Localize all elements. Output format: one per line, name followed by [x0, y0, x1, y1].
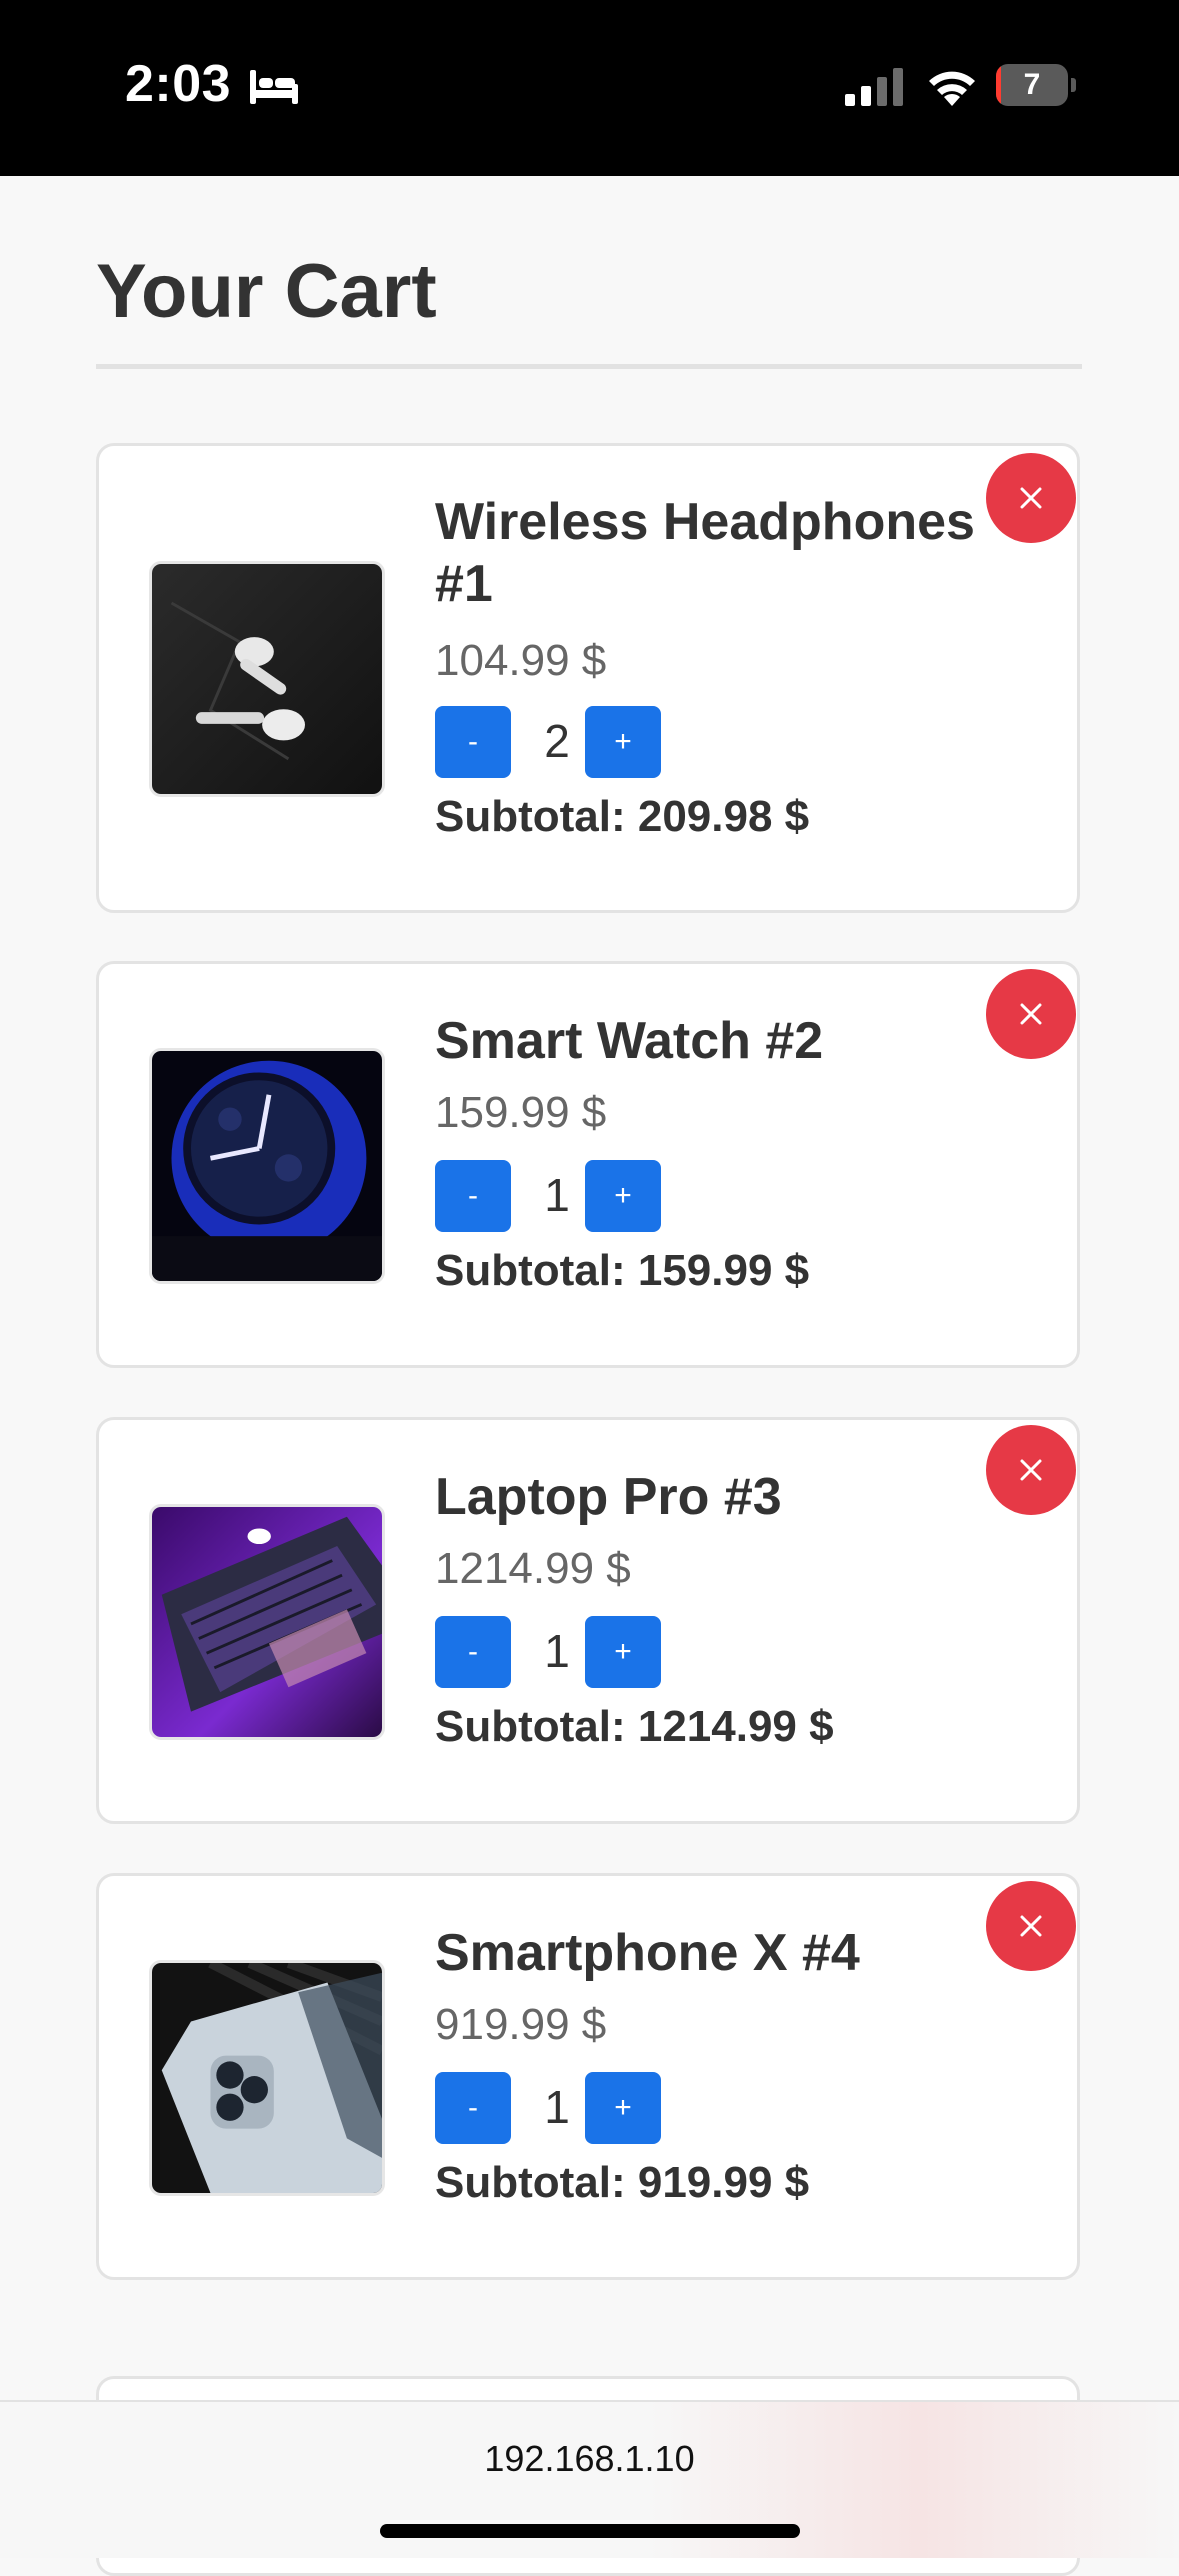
increase-quantity-button[interactable]: +: [585, 1616, 661, 1688]
increase-quantity-button[interactable]: +: [585, 706, 661, 778]
product-name: Smart Watch #2: [435, 1012, 824, 1070]
cart-item: Smart Watch #2 159.99 $ - 1 + Subtotal: …: [96, 961, 1080, 1368]
product-image: [149, 1960, 385, 2196]
status-time: 2:03: [125, 55, 232, 113]
product-image: [149, 1048, 385, 1284]
decrease-quantity-button[interactable]: -: [435, 2072, 511, 2144]
decrease-quantity-button[interactable]: -: [435, 706, 511, 778]
page-title: Your Cart: [96, 249, 437, 334]
bed-icon: [250, 70, 298, 104]
battery-indicator: 7: [996, 64, 1076, 108]
browser-address-bar[interactable]: 192.168.1.10: [0, 2400, 1179, 2558]
product-image: [149, 1504, 385, 1740]
status-bar: 2:03 7: [0, 0, 1179, 176]
product-price: 104.99 $: [435, 636, 607, 685]
product-price: 919.99 $: [435, 2000, 607, 2049]
battery-percent: 7: [1023, 68, 1041, 101]
product-name: Smartphone X #4: [435, 1924, 860, 1982]
product-price: 159.99 $: [435, 1088, 607, 1137]
increase-quantity-button[interactable]: +: [585, 2072, 661, 2144]
item-subtotal: Subtotal: 209.98 $: [435, 792, 810, 841]
url-text[interactable]: 192.168.1.10: [0, 2438, 1179, 2480]
item-subtotal: Subtotal: 919.99 $: [435, 2158, 810, 2207]
product-image: [149, 561, 385, 797]
remove-item-button[interactable]: [986, 1881, 1076, 1971]
cart-item: Smartphone X #4 919.99 $ - 1 + Subtotal:…: [96, 1873, 1080, 2280]
close-icon: [1020, 1459, 1042, 1481]
product-price: 1214.99 $: [435, 1544, 631, 1593]
cart-item: Wireless Headphones #1 104.99 $ - 2 + Su…: [96, 443, 1080, 913]
decrease-quantity-button[interactable]: -: [435, 1160, 511, 1232]
close-icon: [1020, 1003, 1042, 1025]
remove-item-button[interactable]: [986, 453, 1076, 543]
product-name: Wireless Headphones #1: [435, 493, 975, 613]
item-subtotal: Subtotal: 1214.99 $: [435, 1702, 834, 1751]
cellular-signal-icon: [845, 68, 903, 106]
item-subtotal: Subtotal: 159.99 $: [435, 1246, 810, 1295]
wifi-icon: [929, 71, 975, 106]
close-icon: [1020, 487, 1042, 509]
remove-item-button[interactable]: [986, 1425, 1076, 1515]
close-icon: [1020, 1915, 1042, 1937]
increase-quantity-button[interactable]: +: [585, 1160, 661, 1232]
cart-item: Laptop Pro #3 1214.99 $ - 1 + Subtotal: …: [96, 1417, 1080, 1824]
decrease-quantity-button[interactable]: -: [435, 1616, 511, 1688]
title-divider: [96, 364, 1082, 369]
home-indicator[interactable]: [380, 2524, 800, 2538]
remove-item-button[interactable]: [986, 969, 1076, 1059]
product-name: Laptop Pro #3: [435, 1468, 782, 1526]
